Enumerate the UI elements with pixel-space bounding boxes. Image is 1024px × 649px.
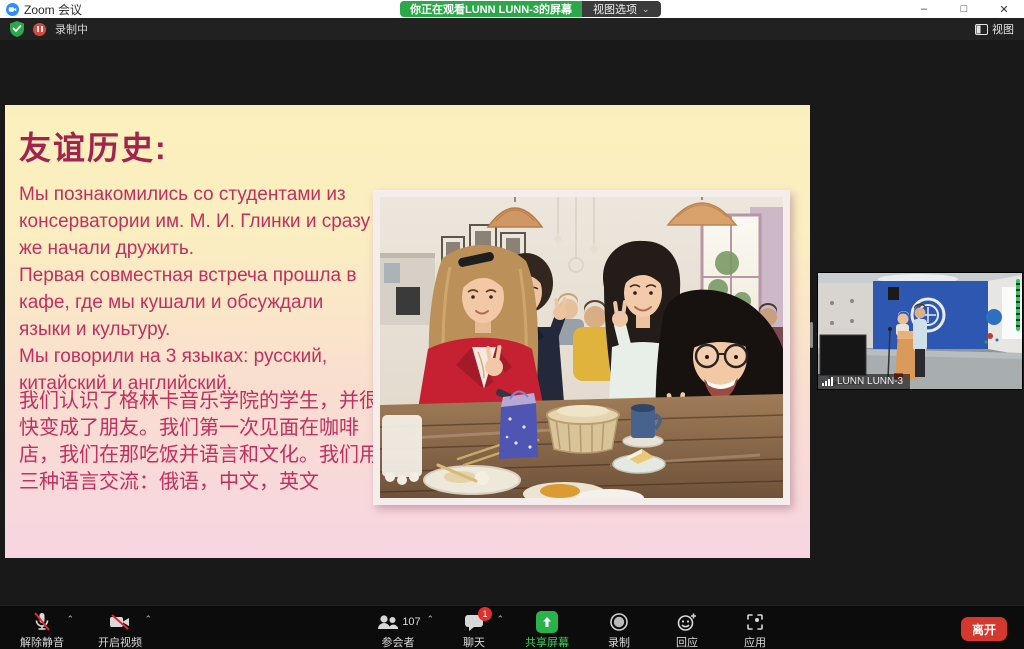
start-video-button[interactable]: 开启视频 ⌃ [88, 606, 152, 649]
cafe-group-photo [373, 190, 790, 505]
slide-title: 友谊历史: [19, 123, 168, 169]
maximize-button[interactable]: □ [944, 0, 984, 18]
minimize-button[interactable]: – [904, 0, 944, 18]
record-icon [609, 612, 629, 632]
participant-video-tile[interactable]: LUNN LUNN-3 [818, 273, 1022, 389]
reactions-button[interactable]: 回应 [658, 606, 716, 649]
chevron-up-icon[interactable]: ⌃ [426, 615, 434, 624]
view-button[interactable]: 视图 [975, 21, 1014, 37]
microphone-muted-icon [30, 611, 54, 633]
ru-paragraph: Мы познакомились со студентами из консер… [19, 181, 379, 262]
presentation-slide: 友谊历史: Мы познакомились со студентами из … [5, 105, 810, 558]
panel-drag-handle[interactable] [810, 322, 813, 348]
zoom-meeting-window: Zoom 会议 你正在观看LUNN LUNN-3的屏幕 视图选项 ⌄ – □ ✕… [0, 0, 1024, 649]
participant-name-label: LUNN LUNN-3 [818, 374, 910, 389]
share-screen-button[interactable]: 共享屏幕 [514, 606, 580, 649]
chevron-down-icon: ⌄ [642, 5, 650, 14]
security-shield-icon[interactable] [10, 21, 24, 37]
participants-count: 107 [402, 616, 420, 628]
chat-unread-badge: 1 [478, 607, 492, 621]
view-layout-icon [975, 24, 988, 35]
zoom-logo-icon [6, 3, 19, 16]
participants-button[interactable]: 107 参会者 ⌃ [362, 606, 434, 649]
watching-status: 你正在观看LUNN LUNN-3的屏幕 [400, 1, 582, 17]
close-button[interactable]: ✕ [984, 0, 1024, 18]
chat-button[interactable]: 聊天 1 ⌃ [444, 606, 504, 649]
audio-level-meter [1016, 279, 1020, 331]
screen-share-banner: 你正在观看LUNN LUNN-3的屏幕 视图选项 ⌄ [400, 1, 661, 17]
ru-paragraph: Первая совместная встреча прошла в кафе,… [19, 262, 379, 343]
view-options-button[interactable]: 视图选项 ⌄ [582, 1, 661, 17]
app-title: Zoom 会议 [6, 1, 82, 18]
unmute-button[interactable]: 解除静音 ⌃ [10, 606, 74, 649]
leave-meeting-button[interactable]: 离开 [961, 617, 1007, 641]
apps-button[interactable]: 应用 [726, 606, 784, 649]
meeting-status-bar: 录制中 视图 [0, 18, 1024, 40]
slide-chinese-text: 我们认识了格林卡音乐学院的学生，并很快变成了朋友。我们第一次见面在咖啡店，我们在… [19, 388, 383, 496]
window-title: Zoom 会议 [24, 1, 82, 18]
cafe-photo-illustration [380, 197, 783, 498]
title-bar: Zoom 会议 你正在观看LUNN LUNN-3的屏幕 视图选项 ⌄ – □ ✕ [0, 0, 1024, 18]
recording-indicator: 录制中 [10, 18, 88, 40]
participants-icon [375, 612, 399, 632]
signal-bars-icon [822, 377, 833, 386]
window-controls: – □ ✕ [904, 0, 1024, 18]
camera-off-icon [107, 611, 133, 633]
classroom-video-frame [818, 273, 1022, 389]
record-button[interactable]: 录制 [590, 606, 648, 649]
reactions-smiley-icon [676, 612, 698, 632]
shared-screen-stage: 友谊历史: Мы познакомились со студентами из … [0, 40, 1024, 605]
chevron-up-icon[interactable]: ⌃ [144, 615, 152, 624]
meeting-toolbar: 解除静音 ⌃ 开启视频 ⌃ [0, 605, 1024, 649]
chevron-up-icon[interactable]: ⌃ [66, 615, 74, 624]
chevron-up-icon[interactable]: ⌃ [496, 615, 504, 624]
slide-russian-text: Мы познакомились со студентами из консер… [19, 181, 379, 397]
recording-label: 录制中 [55, 21, 88, 37]
apps-icon [745, 612, 765, 632]
recording-active-icon[interactable] [33, 23, 46, 36]
share-screen-icon [536, 611, 558, 633]
